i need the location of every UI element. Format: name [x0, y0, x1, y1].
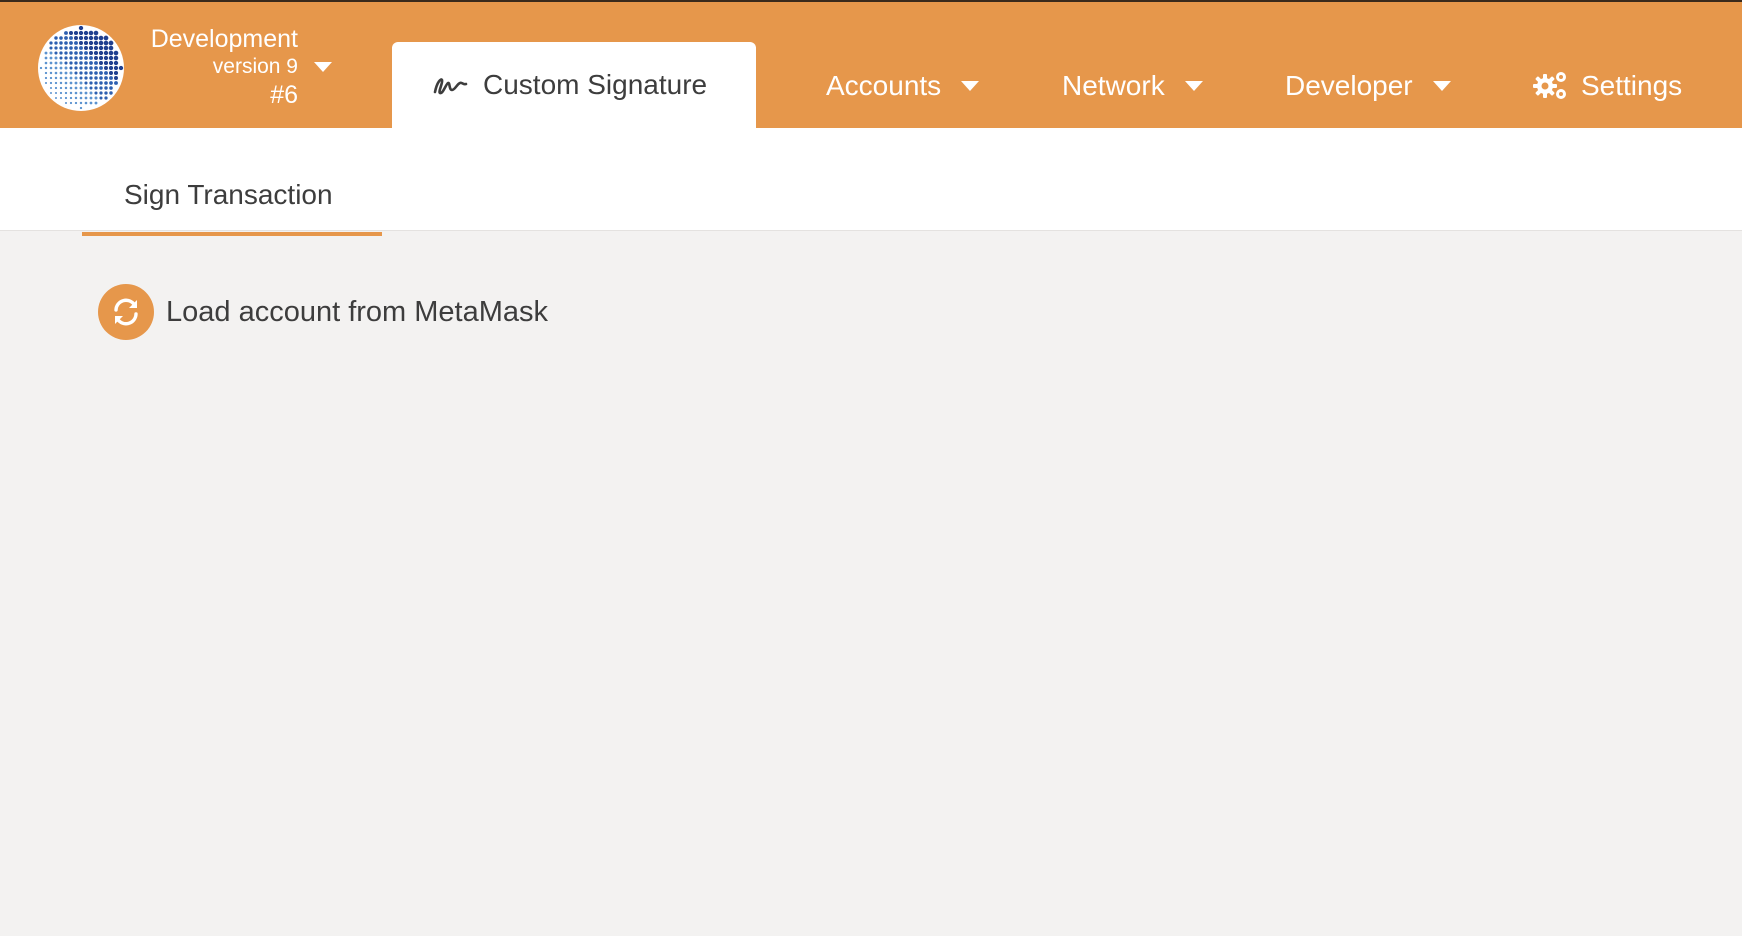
nav-settings-label: Settings	[1581, 70, 1683, 101]
chain-version: version 9	[212, 55, 298, 78]
nav-developer-label: Developer	[1285, 70, 1413, 101]
chain-info: Development version 9 #6	[133, 24, 298, 110]
chevron-down-icon	[1432, 80, 1451, 91]
chevron-down-icon	[961, 80, 980, 91]
tab-sign-transaction-label: Sign Transaction	[124, 179, 333, 210]
sync-icon	[98, 284, 154, 340]
nav-settings[interactable]: Settings	[1533, 66, 1682, 106]
nav-accounts-label: Accounts	[826, 70, 942, 101]
tab-label: Custom Signature	[483, 69, 708, 100]
nav-developer[interactable]: Developer	[1285, 66, 1451, 106]
chain-name: Development	[150, 25, 298, 53]
signature-icon	[433, 78, 468, 95]
nav-network-label: Network	[1062, 70, 1165, 101]
nav-network[interactable]: Network	[1062, 66, 1203, 106]
load-account-from-metamask-button[interactable]: Load account from MetaMask	[98, 284, 548, 340]
tab-custom-signature[interactable]: Custom Signature	[392, 42, 756, 130]
chevron-down-icon	[1184, 80, 1203, 91]
active-tab-indicator	[82, 232, 382, 236]
chain-logo	[38, 25, 124, 111]
chain-selector[interactable]: Development version 9 #6	[38, 22, 338, 114]
chevron-down-icon	[314, 62, 332, 72]
tab-sign-transaction[interactable]: Sign Transaction	[82, 128, 382, 236]
nav-accounts[interactable]: Accounts	[826, 66, 980, 106]
gears-icon	[1533, 71, 1566, 99]
chain-block-number: #6	[270, 81, 298, 109]
top-navigation-bar: Development version 9 #6 Custom Signatur…	[0, 0, 1742, 130]
load-account-label: Load account from MetaMask	[166, 295, 549, 328]
sub-navigation-bar: Sign Transaction	[0, 128, 1742, 236]
